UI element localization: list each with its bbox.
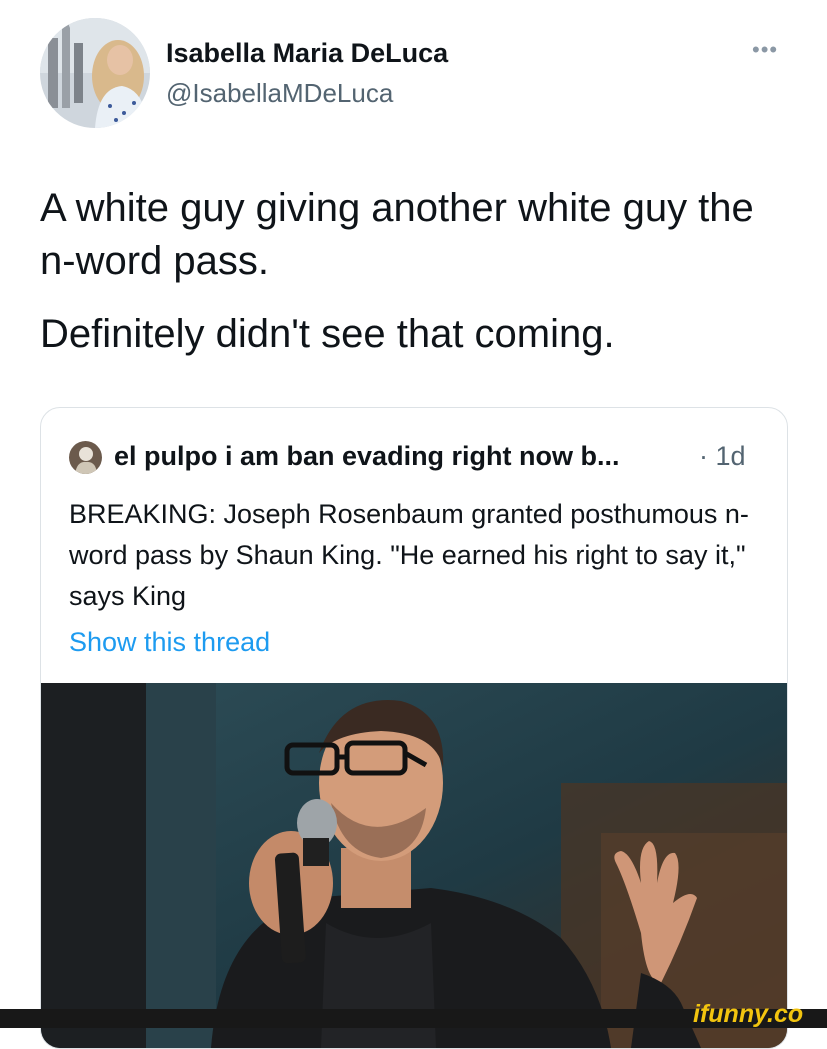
quoted-author-avatar[interactable] (69, 441, 102, 474)
author-display-name[interactable]: Isabella Maria DeLuca (166, 38, 448, 69)
quoted-avatar-photo (69, 441, 102, 474)
more-horizontal-icon[interactable]: ••• (752, 39, 778, 61)
quoted-timestamp[interactable]: · 1d (699, 441, 746, 472)
ifunny-watermark: ifunny.co (693, 1000, 804, 1028)
tweet-text-line-2: Definitely didn't see that coming. (40, 312, 615, 356)
quoted-tweet-text: BREAKING: Joseph Rosenbaum granted posth… (69, 499, 749, 611)
quoted-tweet-card[interactable]: el pulpo i am ban evading right now b...… (40, 407, 788, 1049)
tweet-body: A white guy giving another white guy the… (40, 182, 800, 361)
speaker-photo (41, 683, 787, 1048)
quoted-author-name[interactable]: el pulpo i am ban evading right now b... (114, 441, 620, 472)
tweet-text-line-1: A white guy giving another white guy the… (40, 186, 754, 283)
author-avatar[interactable] (40, 18, 150, 128)
author-handle[interactable]: @IsabellaMDeLuca (166, 78, 393, 109)
author-avatar-photo (40, 18, 150, 128)
show-thread-link[interactable]: Show this thread (69, 627, 270, 658)
quoted-tweet-photo[interactable] (41, 683, 787, 1048)
